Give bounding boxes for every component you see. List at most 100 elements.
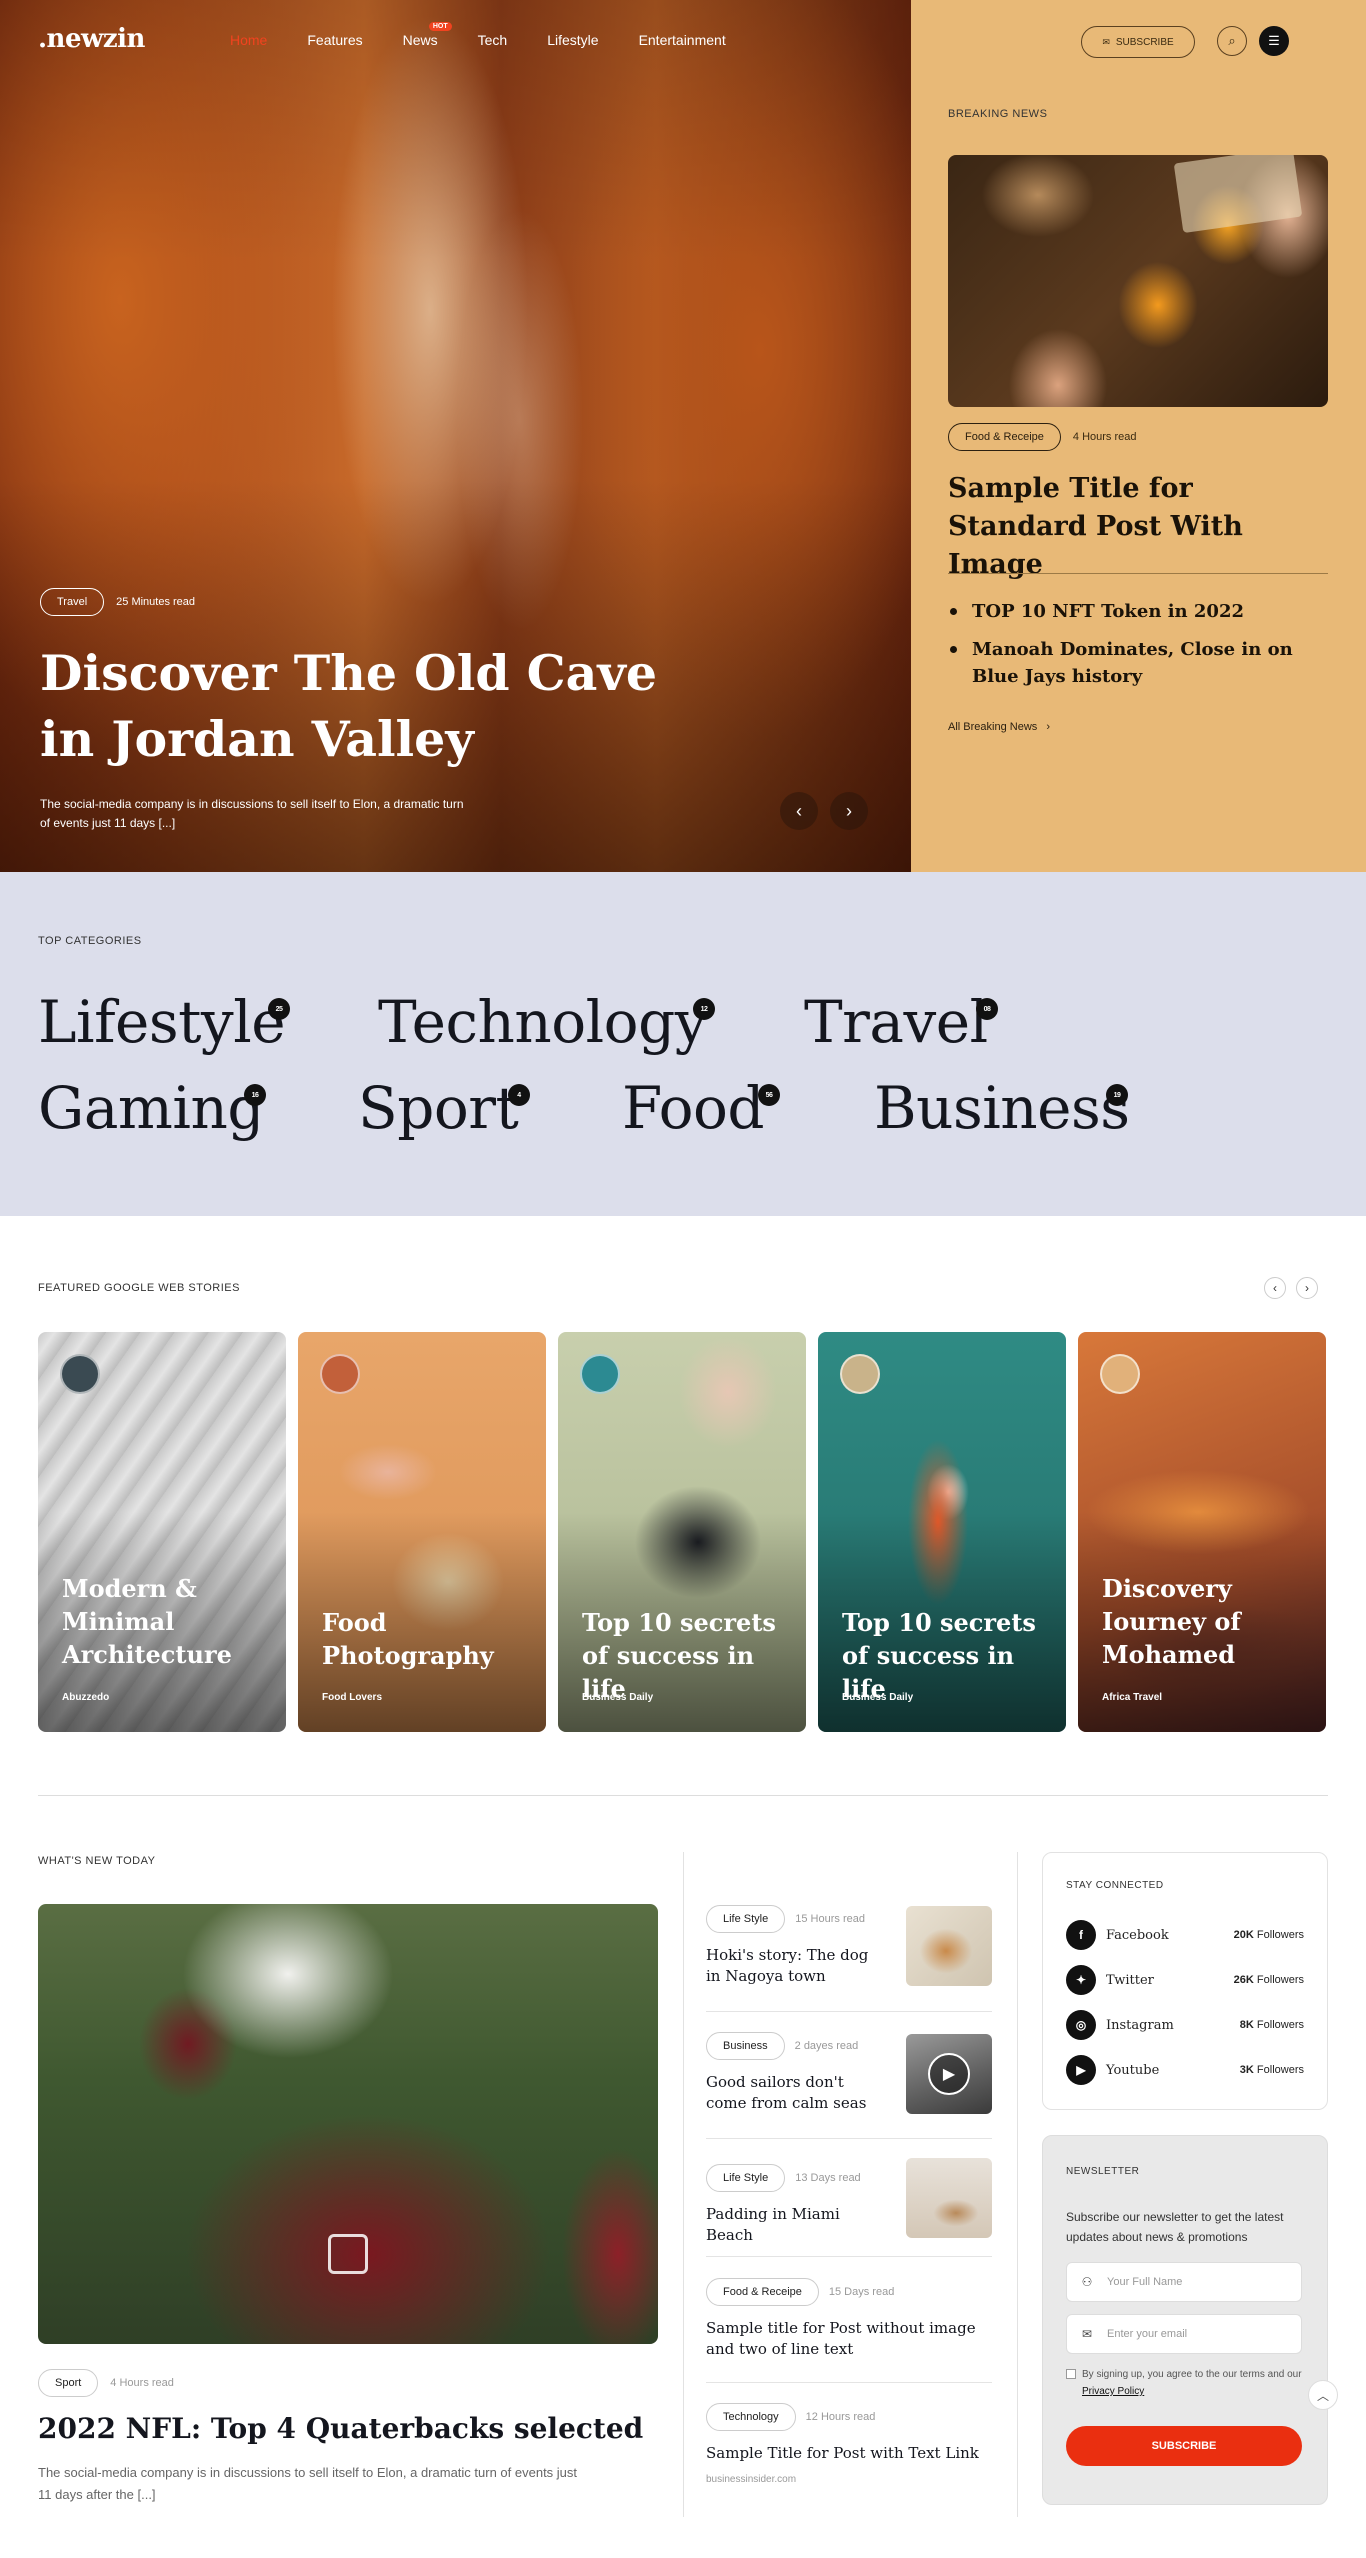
- side-read-time: 12 Hours read: [805, 2411, 876, 2423]
- social-count-unit: Followers: [1256, 2064, 1304, 2076]
- category-sport[interactable]: Sport 4: [358, 1074, 530, 1142]
- mail-icon: ✉: [1081, 2327, 1093, 2341]
- story-card[interactable]: Modern & Minimal Architecture Abuzzedo: [38, 1332, 286, 1732]
- stories-next-button[interactable]: ›: [1296, 1277, 1318, 1299]
- story-author: Food Lovers: [322, 1692, 383, 1703]
- category-gaming[interactable]: Gaming 16: [38, 1076, 266, 1140]
- full-name-field[interactable]: ⚇ Your Full Name: [1066, 2262, 1302, 2302]
- category-lifestyle[interactable]: Lifestyle 25: [38, 990, 290, 1054]
- social-count-unit: Followers: [1256, 2019, 1304, 2031]
- social-youtube[interactable]: ▶ Youtube 3K Followers: [1066, 2055, 1304, 2085]
- play-icon[interactable]: ▶: [928, 2053, 970, 2095]
- box-shape: [1173, 155, 1303, 234]
- story-author: Africa Travel: [1102, 1692, 1163, 1703]
- privacy-policy-link[interactable]: Privacy Policy: [1082, 2386, 1144, 2397]
- story-title: Food Photography: [322, 1608, 494, 1670]
- hot-badge: HOT: [428, 22, 452, 31]
- category-travel[interactable]: Travel 08: [804, 990, 998, 1054]
- social-count: 8K Followers: [1240, 2019, 1304, 2031]
- social-name: Youtube: [1106, 2062, 1160, 2078]
- menu-lifestyle[interactable]: Lifestyle: [547, 32, 598, 48]
- story-card[interactable]: Discovery Iourney of Mohamed Africa Trav…: [1078, 1332, 1326, 1732]
- hero-title[interactable]: Discover The Old Cave in Jordan Valley: [40, 640, 680, 772]
- chevron-left-icon: ‹: [1273, 1281, 1277, 1295]
- menu-news[interactable]: News HOT: [403, 22, 452, 48]
- hero-next-button[interactable]: ›: [830, 792, 868, 830]
- social-count-unit: Followers: [1256, 1929, 1304, 1941]
- side-article[interactable]: Food & Receipe 15 Days read Sample title …: [706, 2278, 992, 2360]
- breaking-image[interactable]: [948, 155, 1328, 407]
- menu-home[interactable]: Home: [230, 32, 267, 48]
- chevron-left-icon: ‹: [796, 800, 802, 821]
- social-twitter[interactable]: ✦ Twitter 26K Followers: [1066, 1965, 1304, 1995]
- category-business[interactable]: Business 19: [874, 1076, 1130, 1140]
- social-count: 3K Followers: [1240, 2064, 1304, 2076]
- stories-prev-button[interactable]: ‹: [1264, 1277, 1286, 1299]
- category-name: Sport: [358, 1074, 519, 1142]
- side-category-pill[interactable]: Business: [706, 2032, 785, 2060]
- story-card[interactable]: Food Photography Food Lovers: [298, 1332, 546, 1732]
- category-count: 25: [268, 998, 290, 1020]
- side-category-pill[interactable]: Food & Receipe: [706, 2278, 819, 2306]
- subscribe-button[interactable]: ✉ SUBSCRIBE: [1081, 26, 1195, 58]
- facebook-icon: f: [1066, 1920, 1096, 1950]
- terms-text: By signing up, you agree to the our term…: [1082, 2369, 1302, 2380]
- story-title: Top 10 secrets of success in life: [582, 1608, 776, 1703]
- hero-prev-button[interactable]: ‹: [780, 792, 818, 830]
- category-name: Food: [622, 1074, 765, 1142]
- breaking-list-item[interactable]: Manoah Dominates, Close in on Blue Jays …: [948, 636, 1328, 690]
- divider: [706, 2138, 992, 2139]
- category-count: 56: [758, 1084, 780, 1106]
- breaking-category-pill[interactable]: Food & Receipe: [948, 423, 1061, 451]
- main-category-pill[interactable]: Sport: [38, 2369, 99, 2397]
- category-food[interactable]: Food 56: [622, 1074, 780, 1142]
- category-technology[interactable]: Technology 12: [378, 990, 715, 1054]
- social-facebook[interactable]: f Facebook 20K Followers: [1066, 1920, 1304, 1950]
- social-count-value: 26K: [1233, 1974, 1254, 1986]
- breaking-label: BREAKING NEWS: [948, 108, 1048, 120]
- side-category-pill[interactable]: Life Style: [706, 2164, 786, 2192]
- category-count: 19: [1106, 1084, 1128, 1106]
- scroll-to-top-button[interactable]: ︿: [1308, 2380, 1338, 2410]
- main-article-title[interactable]: 2022 NFL: Top 4 Quaterbacks selected: [38, 2410, 678, 2448]
- menu-features[interactable]: Features: [307, 32, 362, 48]
- menu-entertainment[interactable]: Entertainment: [639, 32, 726, 48]
- category-count: 16: [244, 1084, 266, 1106]
- breaking-list: TOP 10 NFT Token in 2022 Manoah Dominate…: [948, 598, 1328, 701]
- social-count-unit: Followers: [1256, 1974, 1304, 1986]
- story-author: Abuzzedo: [62, 1692, 110, 1703]
- site-logo[interactable]: .newzin: [38, 24, 145, 54]
- all-breaking-link[interactable]: All Breaking News ›: [948, 721, 1050, 733]
- story-title: Top 10 secrets of success in life: [842, 1608, 1036, 1703]
- terms-checkbox[interactable]: [1066, 2369, 1076, 2379]
- newsletter-description: Subscribe our newsletter to get the late…: [1066, 2210, 1284, 2244]
- side-article-meta: Technology 12 Hours read: [706, 2403, 992, 2431]
- menu-tech[interactable]: Tech: [478, 32, 508, 48]
- chevron-up-icon: ︿: [1316, 2388, 1329, 2403]
- source-link[interactable]: businessinsider.com: [706, 2474, 992, 2485]
- side-thumbnail[interactable]: [906, 1906, 992, 1986]
- side-thumbnail[interactable]: [906, 2158, 992, 2238]
- social-count-value: 3K: [1239, 2064, 1254, 2076]
- side-read-time: 2 dayes read: [794, 2040, 859, 2052]
- newsletter-label: NEWSLETTER: [1066, 2166, 1140, 2177]
- side-category-pill[interactable]: Technology: [706, 2403, 796, 2431]
- newsletter-subscribe-button[interactable]: SUBSCRIBE: [1066, 2426, 1302, 2466]
- side-thumbnail[interactable]: ▶: [906, 2034, 992, 2114]
- email-field[interactable]: ✉ Enter your email: [1066, 2314, 1302, 2354]
- story-card[interactable]: Top 10 secrets of success in life Busine…: [558, 1332, 806, 1732]
- main-article-image[interactable]: [38, 1904, 658, 2344]
- breaking-list-item[interactable]: TOP 10 NFT Token in 2022: [948, 598, 1328, 625]
- hero-section[interactable]: .newzin Home Features News HOT Tech Lifes…: [0, 0, 911, 872]
- side-article[interactable]: Technology 12 Hours read Sample Title for…: [706, 2403, 992, 2485]
- side-article-title: Padding in Miami Beach: [706, 2205, 840, 2244]
- social-instagram[interactable]: ◎ Instagram 8K Followers: [1066, 2010, 1304, 2040]
- side-category-pill[interactable]: Life Style: [706, 1905, 786, 1933]
- hero-category-pill[interactable]: Travel: [40, 588, 105, 616]
- search-button[interactable]: ⌕: [1217, 26, 1247, 56]
- breaking-title[interactable]: Sample Title for Standard Post With Imag…: [948, 470, 1328, 584]
- categories-label: TOP CATEGORIES: [38, 935, 142, 947]
- divider: [948, 573, 1328, 574]
- menu-toggle-button[interactable]: ☰: [1259, 26, 1289, 56]
- story-card[interactable]: Top 10 secrets of success in life Busine…: [818, 1332, 1066, 1732]
